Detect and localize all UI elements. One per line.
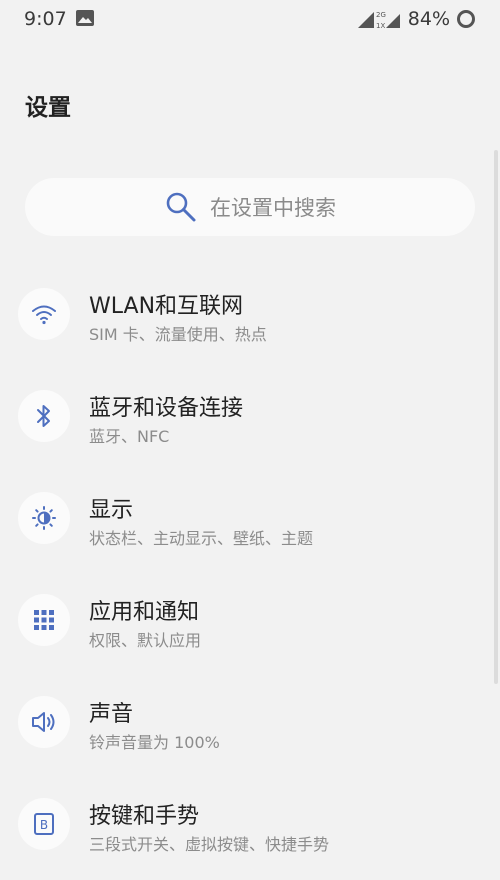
- settings-item-title: 声音: [89, 702, 134, 727]
- settings-list: WLAN和互联网 SIM 卡、流量使用、热点 蓝牙和设备连接 蓝牙、NFC 显示…: [0, 268, 500, 880]
- settings-item-buttons-gestures[interactable]: B 按键和手势 三段式开关、虚拟按键、快捷手势: [0, 778, 500, 880]
- gallery-notification-icon: [76, 10, 94, 26]
- settings-item-title: 应用和通知: [89, 600, 200, 625]
- scrollbar[interactable]: [494, 150, 498, 684]
- battery-icon: [456, 9, 476, 29]
- settings-item-title: 蓝牙和设备连接: [89, 396, 244, 421]
- brightness-icon: [18, 492, 70, 544]
- settings-item-subtitle: SIM 卡、流量使用、热点: [89, 325, 267, 344]
- settings-item-wlan[interactable]: WLAN和互联网 SIM 卡、流量使用、热点: [0, 268, 500, 370]
- settings-item-display[interactable]: 显示 状态栏、主动显示、壁纸、主题: [0, 472, 500, 574]
- search-placeholder: 在设置中搜索: [210, 196, 336, 220]
- settings-item-bluetooth[interactable]: 蓝牙和设备连接 蓝牙、NFC: [0, 370, 500, 472]
- settings-item-subtitle: 状态栏、主动显示、壁纸、主题: [89, 529, 314, 548]
- apps-grid-icon: [18, 594, 70, 646]
- settings-item-subtitle: 蓝牙、NFC: [89, 427, 170, 446]
- network-type-1x: 1X: [376, 22, 385, 30]
- settings-item-title: WLAN和互联网: [89, 294, 244, 319]
- status-time: 9:07: [24, 8, 67, 30]
- search-bar[interactable]: 在设置中搜索: [25, 178, 475, 236]
- signal-icon: 2G 1X: [356, 8, 402, 30]
- battery-percent: 84%: [407, 8, 450, 30]
- status-right-group: 2G 1X 84%: [356, 8, 476, 30]
- settings-item-subtitle: 铃声音量为 100%: [89, 733, 220, 752]
- settings-item-subtitle: 三段式开关、虚拟按键、快捷手势: [89, 835, 330, 854]
- buttons-icon: B: [18, 798, 70, 850]
- page-title: 设置: [25, 95, 71, 121]
- settings-item-title: 按键和手势: [89, 804, 200, 829]
- wifi-icon: [18, 288, 70, 340]
- settings-item-subtitle: 权限、默认应用: [89, 631, 202, 650]
- search-icon: [164, 190, 198, 224]
- settings-item-sound[interactable]: 声音 铃声音量为 100%: [0, 676, 500, 778]
- network-type-2g: 2G: [376, 11, 386, 19]
- bluetooth-icon: [18, 390, 70, 442]
- settings-item-title: 显示: [89, 498, 134, 523]
- settings-item-apps[interactable]: 应用和通知 权限、默认应用: [0, 574, 500, 676]
- status-bar: 9:07 2G 1X 84%: [0, 0, 500, 40]
- svg-text:B: B: [40, 818, 48, 832]
- speaker-icon: [18, 696, 70, 748]
